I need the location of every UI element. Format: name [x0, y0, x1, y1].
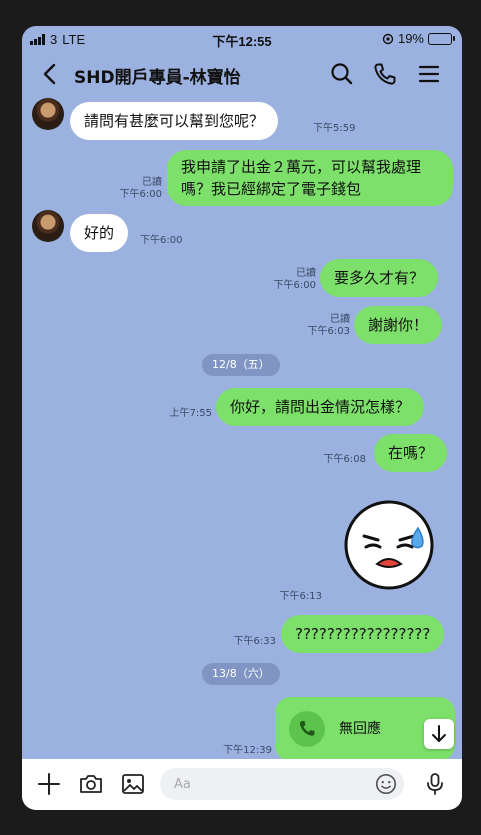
message-input[interactable]: [160, 768, 404, 800]
microphone-icon[interactable]: [422, 771, 448, 797]
message-bubble-outgoing[interactable]: 在嗎？: [374, 434, 448, 472]
read-receipt: 已讀: [296, 268, 316, 279]
date-separator: 12/8（五）: [202, 354, 280, 376]
message-bubble-outgoing[interactable]: 你好，請問出金情況怎樣？: [216, 388, 425, 426]
read-receipt: 已讀: [142, 177, 162, 188]
message-time: 下午6:08: [323, 454, 366, 465]
chat-screen: 3 LTE 下午12:55 19% SHD開戶專員-林寶怡 請問有甚麼可以幫到您…: [22, 26, 462, 810]
image-icon[interactable]: [120, 771, 146, 797]
call-icon: [289, 711, 325, 747]
message-bubble-incoming[interactable]: 請問有甚麼可以幫到您呢？: [70, 102, 279, 140]
date-separator: 13/8（六）: [202, 663, 280, 685]
message-time: 下午6:13: [279, 591, 322, 602]
call-status-label: 無回應: [339, 721, 381, 737]
message-time: 下午12:39: [223, 745, 272, 756]
message-time: 下午6:00: [273, 280, 316, 291]
message-bubble-outgoing[interactable]: ?????????????????: [281, 615, 445, 653]
emoji-icon[interactable]: [374, 772, 398, 796]
crying-face-sticker[interactable]: [344, 500, 434, 590]
camera-icon[interactable]: [78, 771, 104, 797]
message-time: 下午6:33: [233, 636, 276, 647]
message-input-bar: [22, 759, 462, 810]
message-time: 下午6:00: [119, 189, 162, 200]
message-time: 下午6:03: [307, 326, 350, 337]
message-bubble-outgoing[interactable]: 謝謝你！: [354, 306, 443, 344]
message-time: 下午6:00: [140, 235, 183, 246]
message-time: 下午5:59: [313, 123, 356, 134]
message-time: 上午7:55: [169, 408, 212, 419]
plus-icon[interactable]: [36, 771, 62, 797]
message-list[interactable]: 請問有甚麼可以幫到您呢？ 下午5:59 已讀 下午6:00 我申請了出金２萬元，…: [22, 26, 462, 810]
arrow-down-icon: [432, 725, 446, 742]
read-receipt: 已讀: [330, 314, 350, 325]
message-bubble-outgoing[interactable]: 要多久才有？: [320, 259, 439, 297]
scroll-to-bottom-button[interactable]: [424, 719, 454, 749]
contact-avatar[interactable]: [32, 210, 64, 242]
message-bubble-outgoing[interactable]: 我申請了出金２萬元，可以幫我處理嗎？我已經綁定了電子錢包: [167, 150, 453, 206]
message-bubble-incoming[interactable]: 好的: [70, 214, 129, 252]
contact-avatar[interactable]: [32, 98, 64, 130]
